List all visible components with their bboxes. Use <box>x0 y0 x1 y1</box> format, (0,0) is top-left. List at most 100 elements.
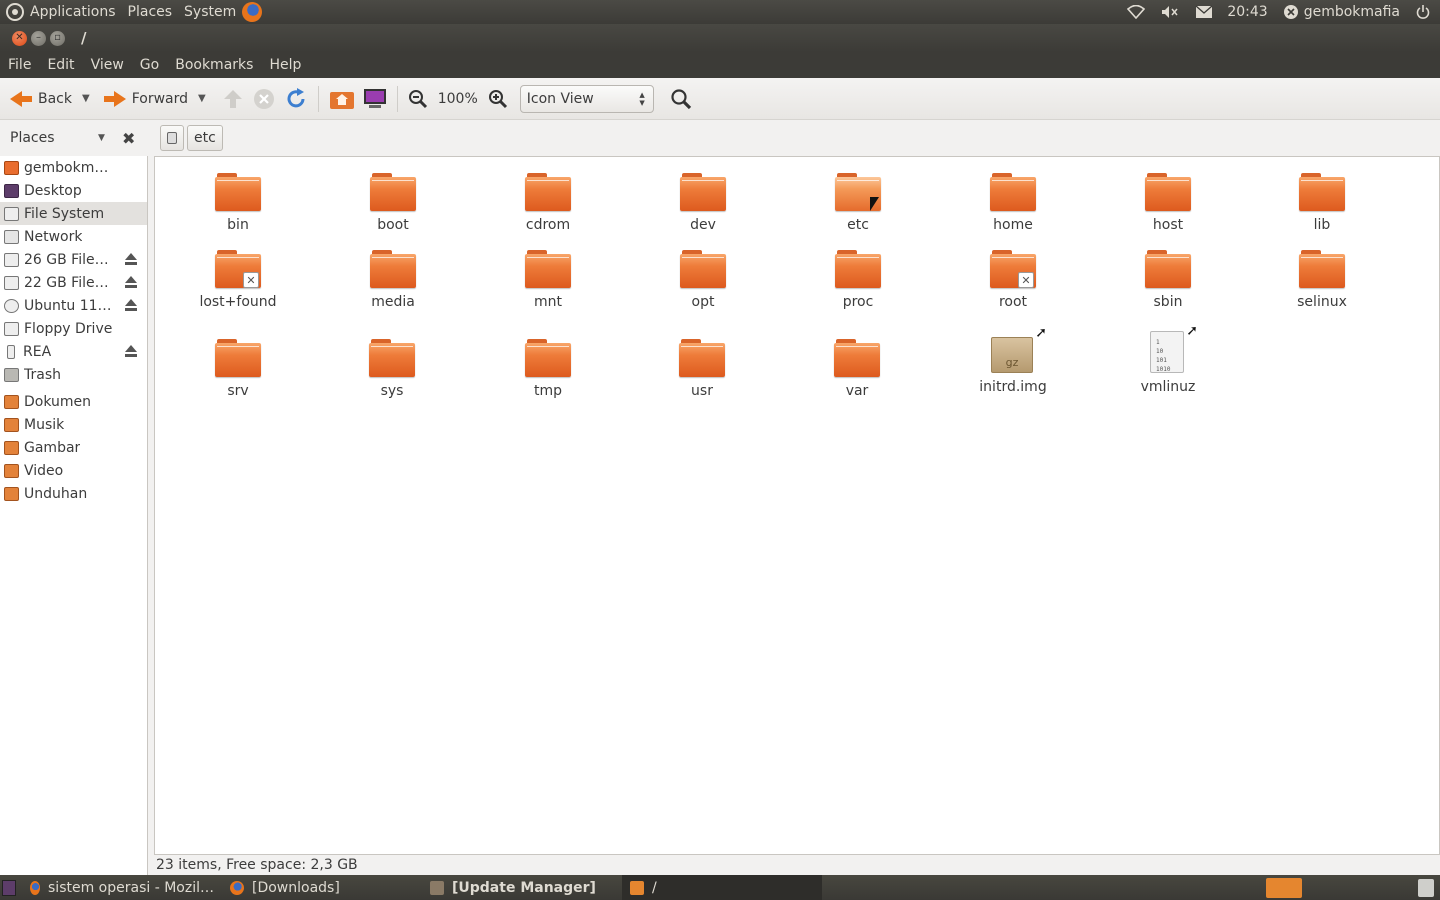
toolbar-separator <box>396 85 398 112</box>
search-icon <box>671 88 691 109</box>
sidebar-item-ubuntu-cd[interactable]: Ubuntu 11.… <box>0 294 147 317</box>
folder-icon <box>525 339 571 377</box>
file-item-home[interactable]: home <box>953 157 1073 233</box>
sidebar-item-network[interactable]: Network <box>0 225 147 248</box>
file-item-root[interactable]: ✕ root <box>953 234 1073 310</box>
eject-icon[interactable] <box>124 253 138 267</box>
mail-icon[interactable] <box>1195 3 1213 21</box>
zoom-in-button[interactable] <box>484 84 512 114</box>
sidebar-item-video[interactable]: Video <box>0 459 147 482</box>
close-window-icon[interactable]: ✕ <box>12 30 27 46</box>
menu-view[interactable]: View <box>83 57 132 73</box>
file-item-sys[interactable]: sys <box>332 323 452 399</box>
maximize-window-icon[interactable]: ▫ <box>50 30 65 46</box>
sidebar-item-rea[interactable]: REA <box>0 340 147 363</box>
file-item-selinux[interactable]: selinux <box>1262 234 1382 310</box>
menu-places[interactable]: Places <box>122 0 179 24</box>
computer-button[interactable] <box>359 84 391 114</box>
user-name[interactable]: gembokmafia <box>1304 0 1406 24</box>
ubuntu-logo-icon[interactable] <box>6 3 24 21</box>
zoom-out-button[interactable] <box>404 84 432 114</box>
file-item-lost-found[interactable]: ✕ lost+found <box>178 234 298 310</box>
file-item-dev[interactable]: dev <box>643 157 763 233</box>
menu-edit[interactable]: Edit <box>39 57 82 73</box>
folder-icon <box>834 339 880 377</box>
minimize-window-icon[interactable]: – <box>31 30 46 46</box>
sidebar-item-file-system[interactable]: File System <box>0 202 147 225</box>
sidebar-item-trash[interactable]: Trash <box>0 363 147 386</box>
sidebar-item-26gb-volume[interactable]: 26 GB Files… <box>0 248 147 271</box>
zoom-level[interactable]: 100% <box>438 91 478 107</box>
menu-file[interactable]: File <box>0 57 39 73</box>
folder-icon <box>4 486 19 501</box>
forward-button[interactable]: Forward ▼ <box>100 84 210 114</box>
show-desktop-icon[interactable] <box>2 879 16 896</box>
file-item-initrd-img[interactable]: gz ➚ initrd.img <box>953 319 1073 395</box>
wifi-icon[interactable] <box>1127 3 1146 21</box>
eject-icon[interactable] <box>124 345 138 359</box>
file-item-var[interactable]: var <box>797 323 917 399</box>
file-item-sbin[interactable]: sbin <box>1108 234 1228 310</box>
back-button[interactable]: Back ▼ <box>6 84 94 114</box>
taskbar-item-firefox[interactable]: sistem operasi - Mozil… <box>22 875 222 900</box>
folder-icon <box>835 250 881 288</box>
file-item-srv[interactable]: srv <box>178 323 298 399</box>
home-button[interactable] <box>325 84 359 114</box>
trash-applet-icon[interactable] <box>1418 878 1434 897</box>
stop-button[interactable] <box>248 84 280 114</box>
clock[interactable]: 20:43 <box>1221 0 1273 24</box>
menu-go[interactable]: Go <box>132 57 167 73</box>
file-item-opt[interactable]: opt <box>643 234 763 310</box>
file-item-usr[interactable]: usr <box>642 323 762 399</box>
back-history-dropdown-icon[interactable]: ▼ <box>82 93 90 104</box>
file-item-boot[interactable]: boot <box>333 157 453 233</box>
up-button[interactable] <box>218 84 248 114</box>
power-icon[interactable] <box>1414 3 1432 21</box>
menu-bookmarks[interactable]: Bookmarks <box>167 57 261 73</box>
folder-icon <box>369 339 415 377</box>
file-label: usr <box>691 383 713 399</box>
sidebar-item-floppy-drive[interactable]: Floppy Drive <box>0 317 147 340</box>
file-item-bin[interactable]: bin <box>178 157 298 233</box>
file-item-lib[interactable]: lib <box>1262 157 1382 233</box>
sidebar-item-unduhan[interactable]: Unduhan <box>0 482 147 505</box>
eject-icon[interactable] <box>124 276 138 290</box>
view-mode-select[interactable]: Icon View ▲ ▼ <box>519 84 654 113</box>
file-item-mnt[interactable]: mnt <box>488 234 608 310</box>
workspace-switcher[interactable] <box>1266 877 1302 898</box>
taskbar-item-downloads[interactable]: [Downloads] <box>222 875 422 900</box>
binary-file-icon: 1 10 101 1010 ➚ <box>1150 323 1198 373</box>
sidebar-item-dokumen[interactable]: Dokumen <box>0 390 147 413</box>
sidebar-item-gambar[interactable]: Gambar <box>0 436 147 459</box>
breadcrumb-etc[interactable]: etc <box>187 125 223 151</box>
sidebar-item-musik[interactable]: Musik <box>0 413 147 436</box>
reload-button[interactable] <box>280 84 312 114</box>
file-item-proc[interactable]: proc <box>798 234 918 310</box>
file-icon-view[interactable]: bin boot cdrom dev etc home host lib ✕ l… <box>154 156 1440 855</box>
file-item-cdrom[interactable]: cdrom <box>488 157 608 233</box>
file-item-tmp[interactable]: tmp <box>488 323 608 399</box>
menu-applications[interactable]: Applications <box>24 0 122 24</box>
sidebar-item-22gb-volume[interactable]: 22 GB Files… <box>0 271 147 294</box>
window-titlebar[interactable]: ✕ – ▫ / <box>0 24 1440 52</box>
desktop-icon <box>4 183 19 198</box>
menu-help[interactable]: Help <box>261 57 309 73</box>
search-button[interactable] <box>666 84 696 114</box>
taskbar-item-file-browser[interactable]: / <box>622 875 822 900</box>
close-sidebar-icon[interactable]: ✖ <box>122 129 135 148</box>
breadcrumb-filesystem[interactable] <box>160 125 184 151</box>
taskbar-item-update-manager[interactable]: [Update Manager] <box>422 875 622 900</box>
folder-icon <box>525 250 571 288</box>
file-item-vmlinuz[interactable]: 1 10 101 1010 ➚ vmlinuz <box>1108 319 1228 395</box>
sidebar-item-desktop[interactable]: Desktop <box>0 179 147 202</box>
sidebar-item-home[interactable]: gembokmafia <box>0 156 147 179</box>
menu-system[interactable]: System <box>178 0 242 24</box>
file-item-host[interactable]: host <box>1108 157 1228 233</box>
file-item-media[interactable]: media <box>333 234 453 310</box>
eject-icon[interactable] <box>124 299 138 313</box>
firefox-launcher-icon[interactable] <box>242 2 263 22</box>
volume-muted-icon[interactable] <box>1161 3 1179 21</box>
forward-history-dropdown-icon[interactable]: ▼ <box>198 93 206 104</box>
file-item-etc[interactable]: etc <box>798 157 918 233</box>
sidebar-mode-select[interactable]: Places ▼ ✖ <box>0 129 148 148</box>
